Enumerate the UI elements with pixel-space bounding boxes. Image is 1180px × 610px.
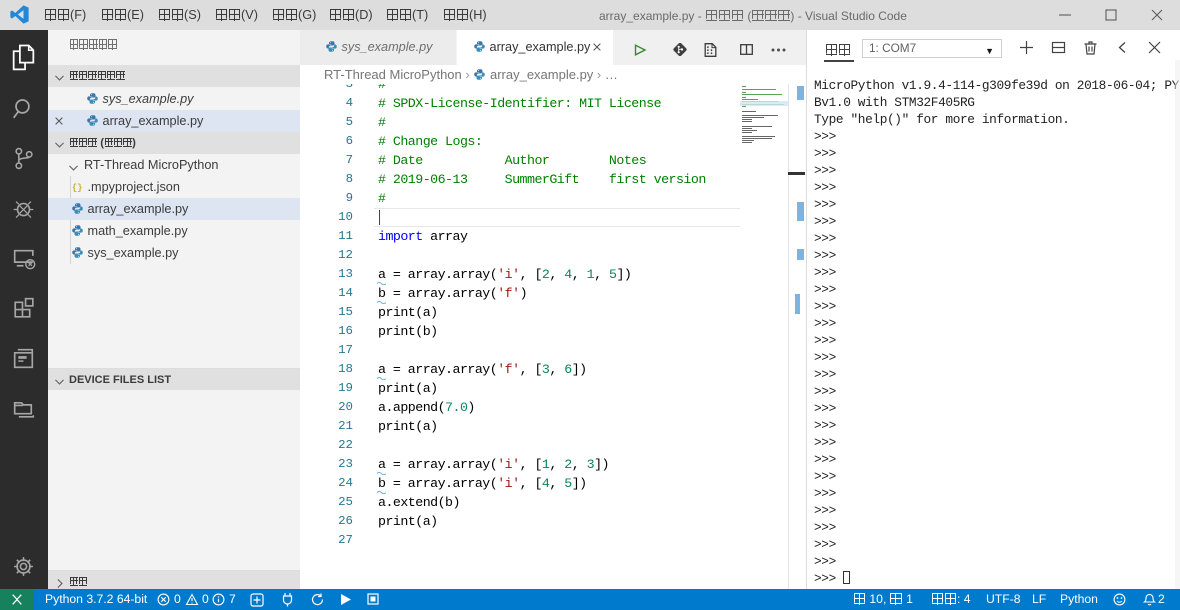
- svg-text:{}: {}: [72, 183, 83, 193]
